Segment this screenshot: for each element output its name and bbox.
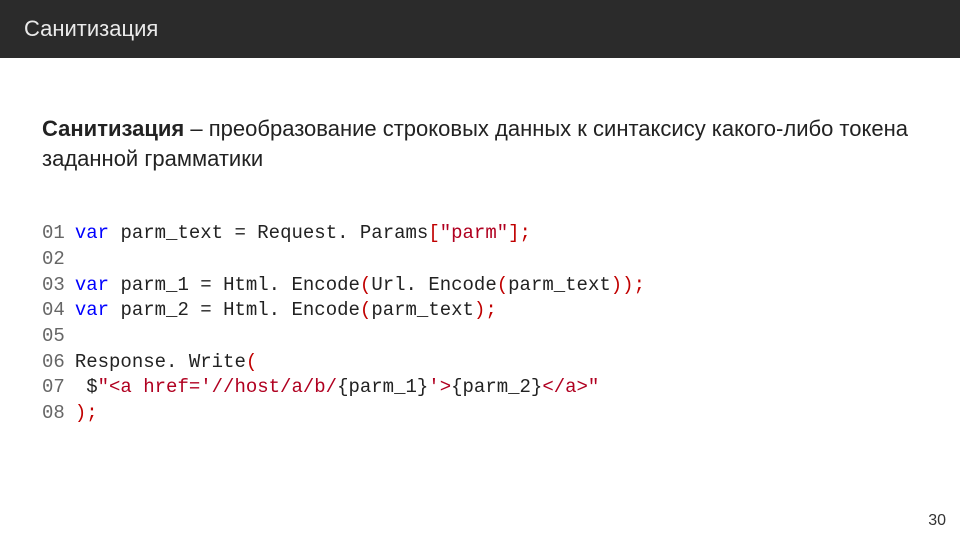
page-number: 30 bbox=[928, 512, 946, 530]
slide-content: Санитизация – преобразование строковых д… bbox=[0, 58, 960, 427]
definition-text: Санитизация – преобразование строковых д… bbox=[42, 114, 918, 173]
code-line: 05 bbox=[42, 324, 918, 350]
line-number: 04 bbox=[42, 299, 65, 321]
line-number: 02 bbox=[42, 248, 65, 270]
code-line: 04var parm_2 = Html. Encode(parm_text); bbox=[42, 298, 918, 324]
code-line: 02 bbox=[42, 247, 918, 273]
line-number: 08 bbox=[42, 402, 65, 424]
line-number: 07 bbox=[42, 376, 65, 398]
code-block: 01var parm_text = Request. Params["parm"… bbox=[42, 221, 918, 426]
code-line: 07 $"<a href='//host/a/b/{parm_1}'>{parm… bbox=[42, 375, 918, 401]
line-number: 05 bbox=[42, 325, 65, 347]
code-line: 01var parm_text = Request. Params["parm"… bbox=[42, 221, 918, 247]
code-line: 06Response. Write( bbox=[42, 350, 918, 376]
slide-header: Санитизация bbox=[0, 0, 960, 58]
code-line: 03var parm_1 = Html. Encode(Url. Encode(… bbox=[42, 273, 918, 299]
line-number: 01 bbox=[42, 222, 65, 244]
line-number: 03 bbox=[42, 274, 65, 296]
definition-dash: – bbox=[184, 116, 208, 141]
line-number: 06 bbox=[42, 351, 65, 373]
code-line: 08); bbox=[42, 401, 918, 427]
slide-title: Санитизация bbox=[24, 16, 158, 41]
definition-term: Санитизация bbox=[42, 116, 184, 141]
